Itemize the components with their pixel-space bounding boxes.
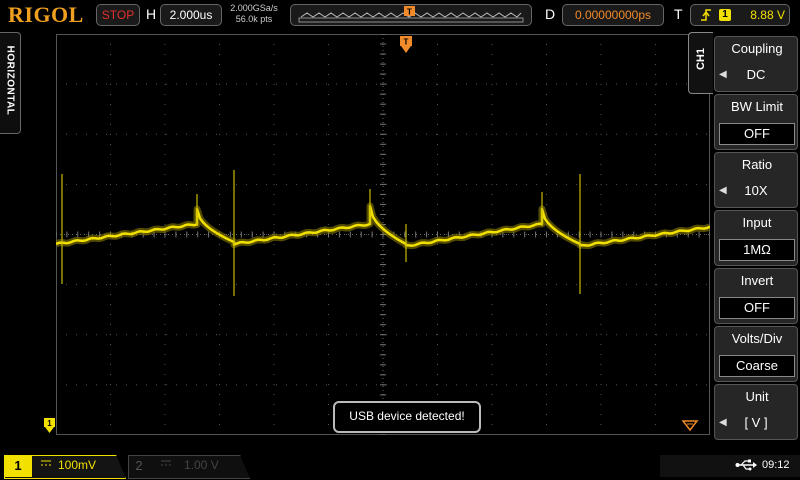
softkey-value: OFF bbox=[719, 297, 795, 319]
graticule bbox=[56, 34, 710, 435]
channel2-badge: 2 bbox=[128, 455, 150, 477]
sample-rate: 2.000GSa/s bbox=[230, 3, 278, 13]
softkey-title: Input bbox=[742, 215, 772, 230]
graticule-center-ticks bbox=[56, 34, 710, 435]
softkey-title: Invert bbox=[740, 273, 774, 288]
trigger-position-icon: T bbox=[400, 36, 412, 53]
softkey-invert[interactable]: Invert OFF bbox=[714, 268, 798, 324]
softkey-input[interactable]: Input 1MΩ bbox=[714, 210, 798, 266]
channel2-scale: 1.00 V bbox=[184, 458, 219, 472]
waveform-memory-overview: T bbox=[298, 6, 524, 23]
trigger-level-marker-icon[interactable] bbox=[681, 418, 699, 432]
horizontal-label: H bbox=[146, 6, 157, 22]
softkey-title: Ratio bbox=[741, 157, 773, 172]
trigger-source-number: 1 bbox=[722, 9, 728, 20]
waveform-display[interactable] bbox=[56, 34, 710, 435]
softkey-value: 10X bbox=[744, 183, 768, 198]
channel2-dc-coupling-icon bbox=[160, 458, 172, 470]
softkey-value: 1MΩ bbox=[719, 239, 795, 261]
softkey-ratio[interactable]: Ratio ◀ 10X bbox=[714, 152, 798, 208]
trigger-level-value: 8.88 V bbox=[750, 8, 785, 22]
channel1-scale: 100mV bbox=[58, 458, 97, 472]
run-stop-indicator[interactable]: STOP bbox=[96, 4, 140, 26]
memory-depth: 56.0k pts bbox=[235, 14, 273, 24]
channel1-menu-tab[interactable]: CH1 bbox=[688, 32, 713, 94]
softkey-title: Coupling bbox=[731, 41, 783, 56]
softkey-title: BW Limit bbox=[731, 99, 783, 114]
horizontal-tab-label: HORIZONTAL bbox=[4, 45, 16, 116]
softkey-coupling[interactable]: Coupling ◀ DC bbox=[714, 36, 798, 92]
channel2-number: 2 bbox=[135, 458, 143, 473]
rising-edge-icon bbox=[701, 9, 711, 21]
memory-position-bar[interactable]: T bbox=[290, 4, 532, 26]
timebase-box[interactable]: 2.000us bbox=[160, 4, 222, 26]
softkey-volts-div[interactable]: Volts/Div Coarse bbox=[714, 326, 798, 382]
softkey-unit[interactable]: Unit ◀[ V ] bbox=[714, 384, 798, 440]
softkey-value: [ V ] bbox=[744, 415, 768, 430]
toast-message: USB device detected! bbox=[349, 409, 465, 423]
trigger-position-marker: T bbox=[404, 6, 415, 17]
timebase-value: 2.000us bbox=[169, 8, 213, 22]
svg-text:T: T bbox=[407, 8, 412, 17]
trigger-label: T bbox=[674, 6, 683, 22]
softkey-value: DC bbox=[746, 67, 766, 82]
usb-icon bbox=[735, 458, 757, 475]
channel1-badge: 1 bbox=[4, 455, 32, 477]
brand-logo: RIGOL bbox=[8, 2, 84, 27]
softkey-value: OFF bbox=[719, 123, 795, 145]
delay-box[interactable]: 0.00000000ps bbox=[562, 4, 664, 26]
channel1-number: 1 bbox=[14, 458, 22, 473]
channel-softkey-menu: Coupling ◀ DC BW Limit OFF Ratio ◀ 10X Input 1MΩ I… bbox=[712, 32, 800, 442]
delay-label: D bbox=[545, 6, 556, 22]
notification-toast: USB device detected! bbox=[333, 401, 481, 433]
dc-coupling-icon bbox=[40, 458, 52, 470]
channel-tab-label: CH1 bbox=[695, 48, 707, 71]
trigger-info-box[interactable]: 1 8.88 V bbox=[690, 4, 790, 26]
delay-value: 0.00000000ps bbox=[574, 8, 652, 22]
softkey-value: Coarse bbox=[719, 355, 795, 377]
svg-text:T: T bbox=[404, 38, 409, 47]
run-state-label: STOP bbox=[101, 8, 135, 22]
horizontal-menu-tab[interactable]: HORIZONTAL bbox=[0, 32, 21, 134]
clock: 09:12 bbox=[762, 459, 790, 471]
softkey-bw-limit[interactable]: BW Limit OFF bbox=[714, 94, 798, 150]
acquisition-info: 2.000GSa/s 56.0k pts bbox=[226, 3, 282, 25]
softkey-title: Unit bbox=[745, 389, 769, 404]
channel1-ground-marker-icon[interactable]: 1 bbox=[44, 418, 58, 434]
svg-text:1: 1 bbox=[47, 419, 52, 428]
softkey-title: Volts/Div bbox=[731, 331, 783, 346]
